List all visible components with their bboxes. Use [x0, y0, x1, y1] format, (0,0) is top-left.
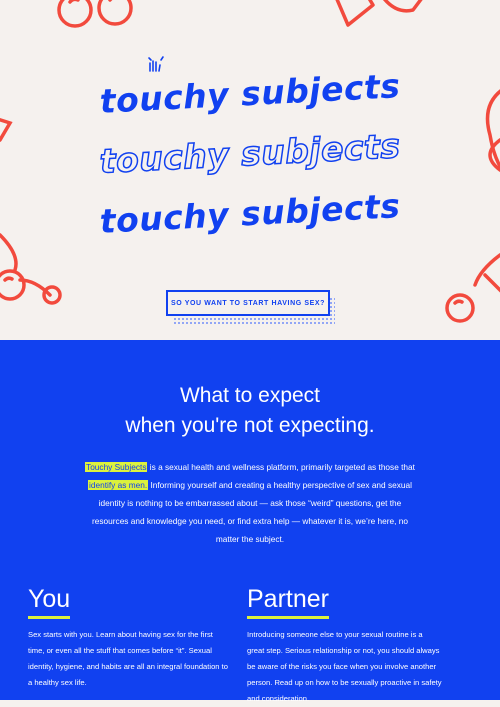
intro-section: What to expect when you're not expecting… — [0, 340, 500, 703]
section-partner-title[interactable]: Partner — [247, 582, 329, 619]
section-you: You Sex starts with you. Learn about hav… — [28, 582, 228, 691]
wave-hand-icon — [148, 56, 164, 72]
cherry-doodle-bottom-right — [445, 253, 500, 323]
section-partner: Partner Introducing someone else to your… — [247, 582, 442, 707]
cta-container: SO YOU WANT TO START HAVING SEX? — [166, 290, 335, 325]
identity-highlight: identify as men. — [88, 480, 149, 490]
hero-title-line-2-outline: touchy subjects — [98, 125, 402, 181]
hero-title-line-3: touchy subjects — [98, 186, 402, 241]
intro-heading-line-2: when you're not expecting. — [125, 414, 375, 437]
section-you-body: Sex starts with you. Learn about having … — [28, 630, 228, 687]
brand-highlight: Touchy Subjects — [85, 462, 148, 472]
heart-doodle-top-right — [335, 0, 423, 27]
section-you-title[interactable]: You — [28, 582, 71, 619]
cherry-doodle-top-left — [57, 0, 133, 28]
hero-title-line-1: touchy subjects — [98, 66, 402, 121]
hero-section: touchy subjects touchy subjects touchy s… — [0, 0, 500, 340]
intro-heading-line-1: What to expect — [179, 384, 321, 407]
section-partner-body: Introducing someone else to your sexual … — [247, 630, 442, 703]
intro-paragraph: Touchy Subjects is a sexual health and w… — [80, 458, 420, 548]
intro-text-1: is a sexual health and wellness platform… — [147, 462, 415, 472]
start-having-sex-button[interactable]: SO YOU WANT TO START HAVING SEX? — [166, 290, 330, 316]
